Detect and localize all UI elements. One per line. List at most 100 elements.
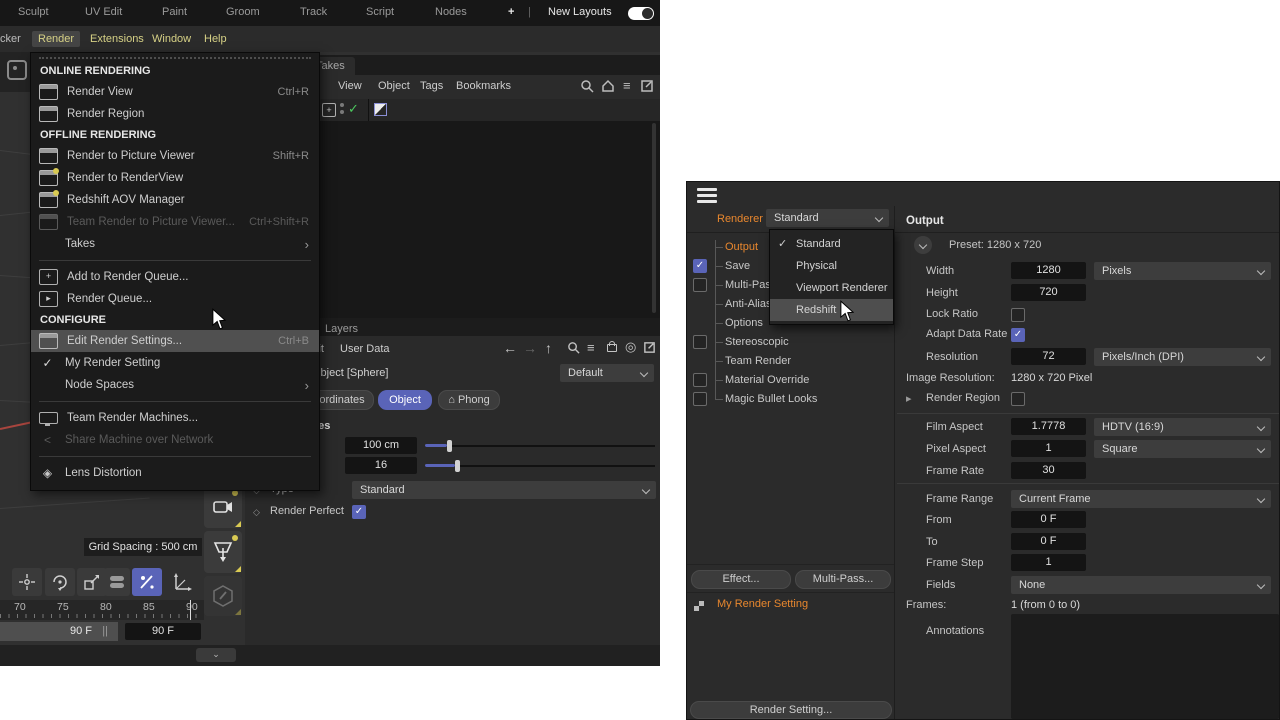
tab-phong[interactable]: ⌂ Phong [438, 390, 500, 410]
modes-tool-icon[interactable] [104, 568, 130, 596]
render-setting-button[interactable]: Render Setting... [690, 701, 892, 719]
pixel-aspect-dropdown[interactable]: Square [1094, 440, 1271, 458]
settings-item-team-render[interactable]: Team Render [725, 352, 791, 371]
om-menu-view[interactable]: View [338, 80, 362, 92]
hamburger-menu-icon[interactable] [697, 188, 717, 206]
magic-bullet-checkbox[interactable] [693, 392, 707, 406]
visibility-dot-icon[interactable] [340, 103, 344, 107]
frame-rate-field[interactable]: 30 [1011, 462, 1086, 479]
menu-item-lens-distortion[interactable]: ◈ Lens Distortion [31, 462, 319, 484]
menu-render[interactable]: Render [32, 31, 80, 47]
snap-tool-icon[interactable] [132, 568, 162, 596]
timeline-ruler[interactable]: 70 75 80 85 90 [0, 600, 204, 620]
om-add-icon[interactable]: + [322, 103, 336, 117]
menu-item-render-view[interactable]: Render ViewCtrl+R [31, 81, 319, 103]
settings-item-output[interactable]: Output [725, 238, 758, 257]
extrude-tool-icon[interactable] [204, 531, 242, 573]
object-list-area[interactable] [318, 121, 660, 318]
target-icon[interactable]: ◎ [625, 339, 636, 355]
adapt-data-rate-checkbox[interactable]: ✓ [1011, 328, 1025, 342]
layout-tab-groom[interactable]: Groom [226, 6, 260, 18]
scale-tool-icon[interactable] [77, 568, 107, 596]
segments-field[interactable]: 16 [345, 457, 417, 474]
film-aspect-dropdown[interactable]: HDTV (16:9) [1094, 418, 1271, 436]
menu-window[interactable]: Window [146, 31, 197, 47]
fields-dropdown[interactable]: None [1011, 576, 1271, 594]
from-field[interactable]: 0 F [1011, 511, 1086, 528]
material-override-checkbox[interactable] [693, 373, 707, 387]
menu-item-add-to-render-queue[interactable]: + Add to Render Queue... [31, 266, 319, 288]
stereoscopic-checkbox[interactable] [693, 335, 707, 349]
menu-item-my-render-setting[interactable]: ✓ My Render Setting [31, 352, 319, 374]
resolution-field[interactable]: 72 [1011, 348, 1086, 365]
settings-item-stereoscopic[interactable]: Stereoscopic [725, 333, 789, 352]
timeline-collapse-button[interactable]: ⌄ [196, 648, 236, 662]
save-checkbox[interactable]: ✓ [693, 259, 707, 273]
menu-extensions[interactable]: Extensions [84, 31, 150, 47]
render-region-checkbox[interactable] [1011, 392, 1025, 406]
width-unit-dropdown[interactable]: Pixels [1094, 262, 1271, 280]
am-menu-userdata[interactable]: User Data [340, 343, 390, 355]
settings-item-options[interactable]: Options [725, 314, 763, 333]
visibility-dot-icon[interactable] [340, 110, 344, 114]
camera-tool-icon[interactable] [204, 486, 242, 528]
type-dropdown[interactable]: Standard [352, 481, 656, 499]
om-menu-bookmarks[interactable]: Bookmarks [456, 80, 511, 92]
layout-tab-nodes[interactable]: Nodes [435, 6, 467, 18]
settings-item-magic-bullet-looks[interactable]: Magic Bullet Looks [725, 390, 817, 409]
render-perfect-checkbox[interactable]: ✓ [352, 505, 366, 519]
resolution-unit-dropdown[interactable]: Pixels/Inch (DPI) [1094, 348, 1271, 366]
layout-tab-script[interactable]: Script [366, 6, 394, 18]
multipass-button[interactable]: Multi-Pass... [795, 570, 891, 589]
menu-item-redshift-aov-manager[interactable]: Redshift AOV Manager [31, 189, 319, 211]
menu-tracker-partial[interactable]: cker [0, 31, 27, 47]
coordinates-tool-icon[interactable] [168, 568, 198, 596]
up-icon[interactable]: ↑ [545, 340, 552, 356]
layout-tab-paint[interactable]: Paint [162, 6, 187, 18]
om-menu-object[interactable]: Object [378, 80, 410, 92]
effect-button[interactable]: Effect... [691, 570, 791, 589]
option-redshift[interactable]: Redshift [770, 299, 893, 321]
multipass-checkbox[interactable] [693, 278, 707, 292]
am-open-icon[interactable] [643, 341, 656, 354]
annotations-textarea[interactable] [1011, 614, 1279, 719]
menu-item-render-queue[interactable]: ▸ Render Queue... [31, 288, 319, 310]
width-field[interactable]: 1280 [1011, 262, 1086, 279]
option-viewport-renderer[interactable]: Viewport Renderer [770, 277, 893, 299]
scrollbar[interactable] [652, 123, 656, 313]
edit-tool-icon[interactable] [204, 576, 242, 616]
menu-item-render-region[interactable]: Render Region [31, 103, 319, 125]
polygon-selection-icon[interactable] [374, 103, 387, 116]
lock-ratio-checkbox[interactable] [1011, 308, 1025, 322]
end-frame-field[interactable]: 90 F [125, 623, 201, 640]
enabled-check-icon[interactable]: ✓ [348, 101, 359, 117]
expander-triangle-icon[interactable]: ▸ [906, 392, 912, 405]
menu-item-edit-render-settings[interactable]: Edit Render Settings...Ctrl+B [31, 330, 319, 352]
preset-label[interactable]: Preset: 1280 x 720 [949, 239, 1041, 251]
playhead[interactable] [190, 600, 191, 620]
om-filter-icon[interactable]: ≡ [623, 78, 631, 93]
mode-dropdown[interactable]: Default [560, 364, 654, 382]
layout-tab-sculpt[interactable]: Sculpt [18, 6, 49, 18]
menu-item-takes[interactable]: Takes› [31, 233, 319, 255]
slider-knob[interactable] [455, 460, 460, 472]
height-field[interactable]: 720 [1011, 284, 1086, 301]
om-home-icon[interactable] [601, 79, 615, 93]
menu-item-team-render-machines[interactable]: Team Render Machines... [31, 407, 319, 429]
am-filter-icon[interactable]: ≡ [587, 340, 595, 355]
add-layout-button[interactable]: + [508, 6, 514, 18]
viewport-filter-icon[interactable] [7, 60, 27, 80]
radius-field[interactable]: 100 cm [345, 437, 417, 454]
lock-icon[interactable] [607, 344, 617, 352]
menu-item-node-spaces[interactable]: Node Spaces› [31, 374, 319, 396]
renderer-dropdown[interactable]: Standard [766, 209, 889, 227]
back-icon[interactable]: ← [503, 340, 517, 356]
om-menu-tags[interactable]: Tags [420, 80, 443, 92]
new-layouts-toggle[interactable] [628, 7, 654, 20]
om-open-icon[interactable] [640, 79, 654, 93]
om-search-icon[interactable] [580, 79, 594, 93]
option-standard[interactable]: ✓Standard [770, 233, 893, 255]
menu-item-render-to-picture-viewer[interactable]: Render to Picture ViewerShift+R [31, 145, 319, 167]
active-render-setting[interactable]: My Render Setting [717, 598, 808, 610]
option-physical[interactable]: Physical [770, 255, 893, 277]
